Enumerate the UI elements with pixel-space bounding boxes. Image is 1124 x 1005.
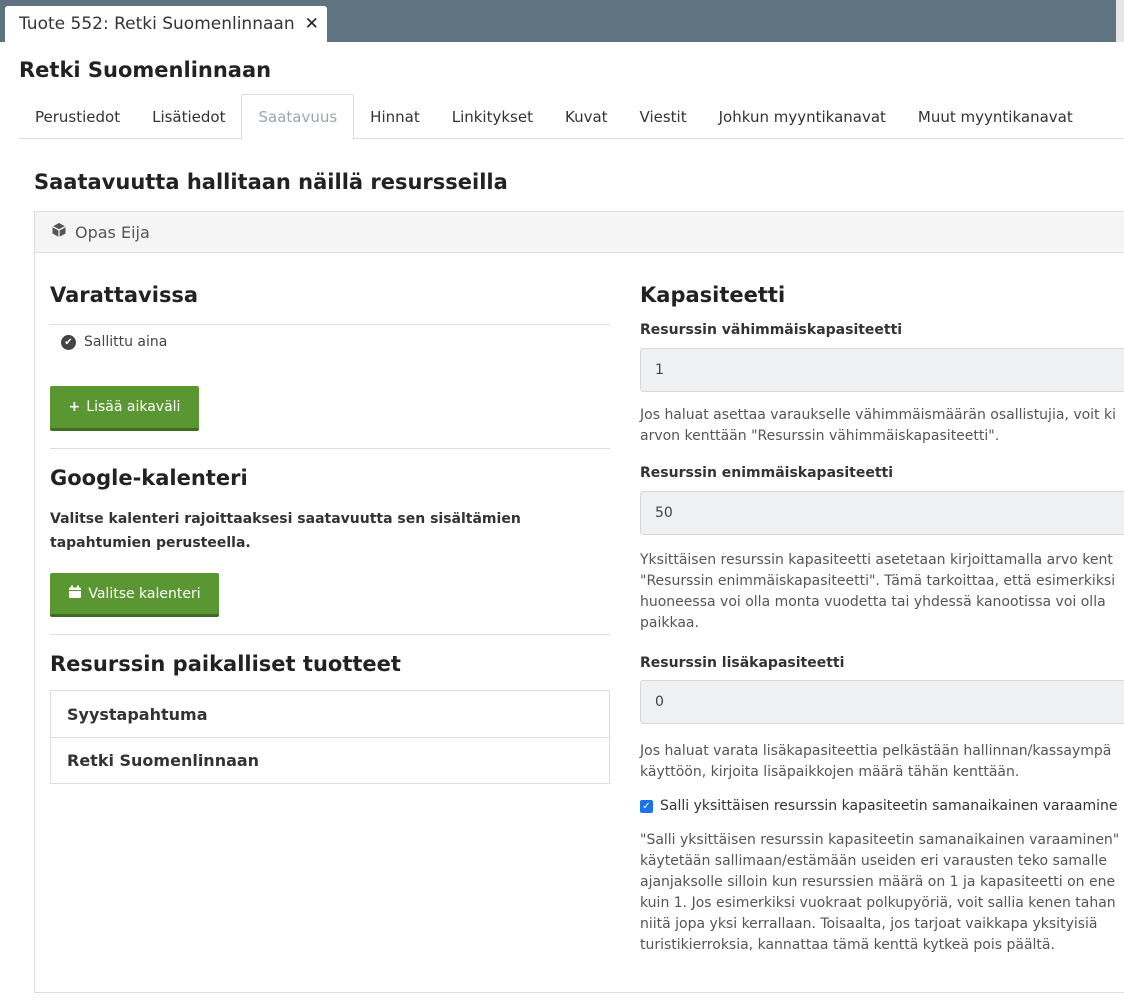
- concurrent-booking-help: "Salli yksittäisen resurssin kapasiteeti…: [640, 832, 1120, 953]
- tab-johkun-myyntikanavat[interactable]: Johkun myyntikanavat: [703, 94, 902, 139]
- availability-status-text: Sallittu aina: [84, 334, 168, 350]
- concurrent-booking-label: Salli yksittäisen resurssin kapasiteetin…: [660, 798, 1118, 814]
- divider: [50, 634, 610, 635]
- resource-name: Opas Eija: [75, 222, 150, 242]
- local-products-list: Syystapahtuma Retki Suomenlinnaan: [50, 690, 610, 784]
- tab-bar: Perustiedot Lisätiedot Saatavuus Hinnat …: [19, 94, 1124, 140]
- document-tab[interactable]: Tuote 552: Retki Suomenlinnaan ✕: [5, 6, 327, 42]
- calendar-icon: [68, 585, 82, 603]
- check-circle-icon: ✔: [61, 334, 76, 350]
- google-calendar-description: Valitse kalenteri rajoittaaksesi saatavu…: [50, 511, 521, 551]
- tab-perustiedot[interactable]: Perustiedot: [19, 94, 136, 139]
- max-capacity-label: Resurssin enimmäiskapasiteetti: [640, 465, 894, 481]
- extra-capacity-input[interactable]: 0: [640, 680, 1124, 724]
- select-calendar-label: Valitse kalenteri: [88, 585, 201, 602]
- tab-saatavuus[interactable]: Saatavuus: [241, 94, 355, 140]
- list-item[interactable]: Retki Suomenlinnaan: [51, 737, 609, 783]
- tab-muut-myyntikanavat[interactable]: Muut myyntikanavat: [902, 94, 1089, 139]
- page-title: Retki Suomenlinnaan: [19, 58, 272, 82]
- local-products-heading: Resurssin paikalliset tuotteet: [50, 652, 401, 676]
- document-tab-title: Tuote 552: Retki Suomenlinnaan: [19, 14, 295, 34]
- capacity-heading: Kapasiteetti: [640, 283, 786, 307]
- add-time-range-button[interactable]: + Lisää aikaväli: [50, 386, 199, 431]
- plus-icon: +: [68, 399, 81, 415]
- add-time-range-label: Lisää aikaväli: [86, 399, 181, 415]
- tab-lisatiedot[interactable]: Lisätiedot: [136, 94, 241, 139]
- divider: [50, 324, 610, 325]
- availability-heading: Varattavissa: [50, 283, 199, 307]
- availability-status: ✔ Sallittu aina: [61, 334, 167, 350]
- tab-hinnat[interactable]: Hinnat: [354, 94, 436, 139]
- extra-capacity-label: Resurssin lisäkapasiteetti: [640, 655, 845, 671]
- topbar-edge: [1116, 0, 1124, 42]
- concurrent-booking-option[interactable]: ✓ Salli yksittäisen resurssin kapasiteet…: [640, 798, 1118, 814]
- min-capacity-input[interactable]: 1: [640, 348, 1124, 392]
- max-capacity-input[interactable]: 50: [640, 491, 1124, 535]
- cube-icon: [51, 222, 67, 242]
- tab-viestit[interactable]: Viestit: [624, 94, 703, 139]
- min-capacity-help: Jos haluat asettaa varaukselle vähimmäis…: [640, 407, 1116, 444]
- extra-capacity-help: Jos haluat varata lisäkapasiteettia pelk…: [640, 743, 1112, 780]
- resource-panel-header[interactable]: Opas Eija: [35, 212, 1124, 253]
- list-item[interactable]: Syystapahtuma: [51, 691, 609, 737]
- concurrent-booking-checkbox[interactable]: ✓: [640, 799, 653, 813]
- close-icon[interactable]: ✕: [305, 14, 319, 34]
- tab-linkitykset[interactable]: Linkitykset: [436, 94, 549, 139]
- select-calendar-button[interactable]: Valitse kalenteri: [50, 573, 219, 617]
- max-capacity-help: Yksittäisen resurssin kapasiteetti asete…: [640, 552, 1116, 631]
- divider: [50, 448, 610, 449]
- google-calendar-heading: Google-kalenteri: [50, 466, 248, 490]
- section-heading: Saatavuutta hallitaan näillä resursseill…: [34, 170, 508, 194]
- tab-kuvat[interactable]: Kuvat: [549, 94, 624, 139]
- min-capacity-label: Resurssin vähimmäiskapasiteetti: [640, 322, 903, 338]
